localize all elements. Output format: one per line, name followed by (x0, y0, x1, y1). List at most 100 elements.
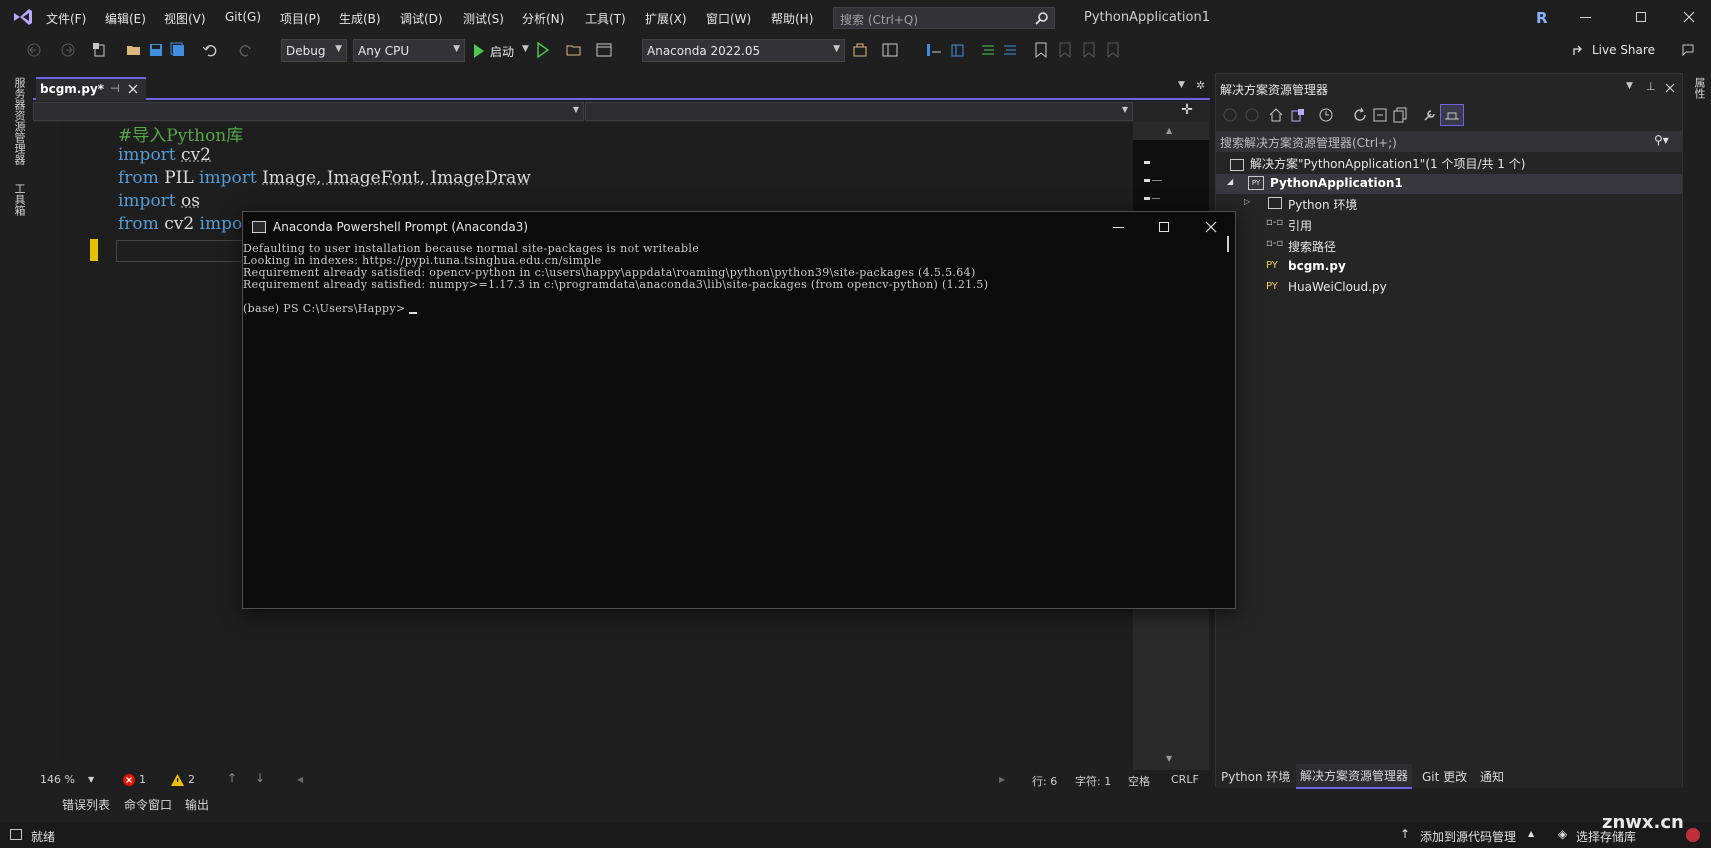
terminal-scrollbar[interactable] (1227, 236, 1229, 252)
menu-extensions[interactable]: 扩展(X) (645, 10, 687, 27)
wrench-icon[interactable] (1422, 107, 1438, 123)
menu-test[interactable]: 测试(S) (463, 10, 504, 27)
menu-window[interactable]: 窗口(W) (706, 10, 751, 27)
bookmark-clear-icon[interactable] (1106, 42, 1124, 60)
tab-output[interactable]: 输出 (185, 796, 209, 813)
menu-analyze[interactable]: 分析(N) (522, 10, 564, 27)
undo-icon[interactable] (202, 42, 220, 60)
tab-error-list[interactable]: 错误列表 (62, 796, 110, 813)
scroll-right-icon[interactable]: ▶ (999, 775, 1005, 784)
save-all-icon[interactable] (170, 42, 188, 60)
switch-views-icon[interactable] (1290, 107, 1306, 123)
close-icon[interactable] (1205, 221, 1217, 233)
pin-icon[interactable]: ⊥ (1646, 80, 1656, 93)
pending-changes-icon[interactable] (1318, 107, 1334, 123)
bookmark-prev-icon[interactable] (1058, 42, 1076, 60)
global-search-input[interactable]: 搜索 (Ctrl+Q) (833, 7, 1055, 29)
tab-git-changes[interactable]: Git 更改 (1422, 768, 1467, 785)
line-ending-indicator[interactable]: CRLF (1171, 773, 1199, 786)
user-avatar[interactable]: R (1536, 9, 1552, 27)
menu-file[interactable]: 文件(F) (46, 10, 86, 27)
warning-count[interactable]: 2 (171, 770, 211, 790)
new-item-icon[interactable] (92, 42, 110, 60)
terminal-output[interactable]: Defaulting to user installation because … (243, 236, 1235, 608)
gear-icon[interactable]: ✲ (1196, 79, 1205, 92)
tree-project-node[interactable]: ◢ PY PythonApplication1 (1216, 174, 1682, 194)
scroll-up-icon[interactable]: ▲ (1166, 126, 1172, 135)
back-icon[interactable] (1222, 107, 1238, 123)
expanded-arrow-icon[interactable]: ◢ (1227, 177, 1233, 186)
tab-command-window[interactable]: 命令窗口 (124, 796, 172, 813)
tree-solution-node[interactable]: 解决方案"PythonApplication1"(1 个项目/共 1 个) (1230, 155, 1525, 175)
browse-folder-icon[interactable] (566, 42, 584, 60)
minimize-icon[interactable] (1580, 17, 1591, 18)
zoom-select[interactable]: 146 % ▼ (36, 770, 98, 790)
home-icon[interactable] (1268, 107, 1284, 123)
comment-icon[interactable] (980, 42, 998, 60)
save-icon[interactable] (148, 42, 166, 60)
redo-icon[interactable] (238, 42, 256, 60)
platform-select[interactable]: Any CPU ▼ (353, 39, 465, 62)
status-output-icon[interactable] (10, 829, 22, 840)
start-without-debug-icon[interactable] (536, 42, 554, 60)
step-over-icon[interactable] (950, 42, 968, 60)
tab-bcgm-py[interactable]: bcgm.py* ⊣ (36, 77, 146, 101)
arrow-up-icon[interactable]: ↑ (227, 771, 237, 785)
show-all-files-icon[interactable] (1392, 107, 1408, 123)
bookmark-next-icon[interactable] (1082, 42, 1100, 60)
feedback-icon[interactable] (1680, 42, 1698, 60)
line-indicator[interactable]: 行: 6 (1032, 773, 1057, 789)
solution-search-input[interactable]: 搜索解决方案资源管理器(Ctrl+;) ⚲▾ (1216, 131, 1682, 152)
refresh-icon[interactable] (1352, 107, 1368, 123)
uncomment-icon[interactable] (1002, 42, 1020, 60)
scroll-left-icon[interactable]: ◀ (297, 775, 303, 784)
chevron-down-icon[interactable]: ▼ (1626, 81, 1633, 91)
restore-icon[interactable] (1636, 12, 1646, 22)
python-environment-select[interactable]: Anaconda 2022.05 ▼ (642, 39, 845, 62)
forward-icon[interactable] (1244, 107, 1260, 123)
scroll-down-icon[interactable]: ▼ (1166, 754, 1172, 763)
menu-edit[interactable]: 编辑(E) (105, 10, 146, 27)
notification-bell-icon[interactable] (1686, 828, 1700, 842)
server-explorer-tab[interactable]: 服务器资源管理器 (11, 77, 27, 165)
tab-overflow-icon[interactable]: ▼ (1178, 80, 1185, 90)
toolbox-tab[interactable]: 工具箱 (11, 183, 27, 216)
menu-view[interactable]: 视图(V) (164, 10, 206, 27)
tab-solution-explorer[interactable]: 解决方案资源管理器 (1296, 764, 1413, 789)
step-into-icon[interactable] (926, 42, 944, 60)
open-folder-icon[interactable] (126, 42, 144, 60)
close-icon[interactable] (1682, 10, 1696, 24)
menu-project[interactable]: 项目(P) (280, 10, 321, 27)
forward-icon[interactable] (60, 42, 78, 60)
menu-debug[interactable]: 调试(D) (400, 10, 443, 27)
pin-icon[interactable]: ⊣ (110, 82, 120, 95)
scope-select[interactable]: ▼ (33, 102, 584, 121)
terminal-title-bar[interactable]: Anaconda Powershell Prompt (Anaconda3) (243, 212, 1235, 242)
member-select[interactable]: ▼ (585, 102, 1133, 121)
tab-python-environments[interactable]: Python 环境 (1221, 768, 1290, 785)
menu-git[interactable]: Git(G) (225, 10, 261, 24)
close-icon[interactable] (1665, 83, 1675, 93)
preview-selected-items-icon[interactable] (1440, 104, 1464, 126)
menu-tools[interactable]: 工具(T) (585, 10, 626, 27)
minimize-icon[interactable] (1113, 227, 1124, 228)
column-indicator[interactable]: 字符: 1 (1075, 773, 1111, 789)
maximize-icon[interactable] (1159, 222, 1169, 232)
build-config-select[interactable]: Debug ▼ (281, 39, 347, 62)
collapse-all-icon[interactable] (1372, 107, 1388, 123)
back-icon[interactable] (26, 42, 44, 60)
layout-icon[interactable] (882, 42, 900, 60)
error-count[interactable]: 1 (123, 770, 163, 790)
menu-build[interactable]: 生成(B) (339, 10, 381, 27)
collapsed-arrow-icon[interactable]: ▷ (1244, 197, 1250, 206)
menu-help[interactable]: 帮助(H) (771, 10, 813, 27)
whitespace-indicator[interactable]: 空格 (1128, 773, 1150, 789)
arrow-down-icon[interactable]: ↓ (255, 771, 265, 785)
properties-tab[interactable]: 属性 (1691, 77, 1707, 99)
window-layout-icon[interactable] (596, 42, 614, 60)
bookmark-icon[interactable] (1034, 42, 1052, 60)
split-editor-icon[interactable]: ✛ (1167, 102, 1207, 121)
close-icon[interactable] (128, 84, 138, 94)
tab-notifications[interactable]: 通知 (1480, 768, 1504, 785)
package-icon[interactable] (852, 42, 870, 60)
